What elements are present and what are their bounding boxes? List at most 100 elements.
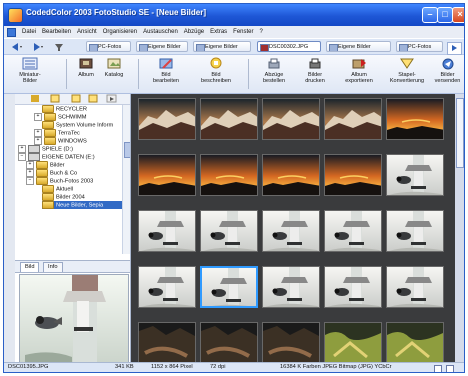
thumbnail-bird-feeder[interactable] (138, 266, 196, 308)
export-album-icon (352, 59, 366, 69)
collapse-icon[interactable]: − (26, 177, 34, 185)
tree-scrollbar[interactable] (122, 105, 130, 254)
gallery-scroll-thumb[interactable] (456, 98, 464, 168)
menu-exchange[interactable]: Austauschen (143, 29, 178, 35)
tab-info[interactable]: Info (43, 262, 63, 272)
document-icon[interactable] (7, 27, 16, 37)
tree-item-windows[interactable]: + WINDOWS (34, 137, 87, 145)
thumbnail-bird-feeder[interactable] (262, 266, 320, 308)
catalog-button[interactable]: Katalog (99, 57, 129, 91)
tree-item-neue-bilder[interactable]: Neue Bilder, Sepia (42, 201, 122, 209)
mountain-image (201, 99, 257, 139)
tree-item-spiele-drive[interactable]: + SPIELE (D:) (18, 145, 73, 153)
mountain-image (263, 99, 319, 139)
expand-icon[interactable]: + (34, 137, 42, 145)
album-button[interactable]: Album (74, 57, 98, 91)
tree-item-buch-co[interactable]: + Buch & Co (26, 169, 77, 177)
thumbnail-bird-feeder[interactable] (386, 210, 444, 252)
pin-icon[interactable] (52, 42, 67, 52)
expand-icon[interactable]: + (18, 145, 26, 153)
thumbnail-partial-green[interactable] (324, 322, 382, 364)
thumbnail-bird-feeder[interactable] (386, 266, 444, 308)
tree-item-schwimm[interactable]: + SCHWIMM (34, 113, 86, 121)
thumbnail-bird-feeder[interactable] (200, 266, 258, 308)
thumbnail-sunset[interactable] (138, 154, 196, 196)
minimize-button[interactable]: – (422, 7, 438, 23)
bird-feeder-image (139, 267, 195, 307)
folder-tool-icons[interactable] (15, 94, 130, 104)
menu-edit[interactable]: Bearbeiten (42, 29, 71, 35)
thumbnail-partial-green[interactable] (386, 322, 444, 364)
tree-item-eigene-daten-drive[interactable]: − EIGENE DATEN (E:) (18, 153, 95, 161)
tab-bild[interactable]: Bild (20, 262, 40, 272)
thumbnail-sunset[interactable] (200, 154, 258, 196)
thumbnail-bird-feeder[interactable] (262, 210, 320, 252)
tree-item-buch-fotos-2003[interactable]: − Buch-Fotos 2003 (26, 177, 93, 185)
tab-pc-fotos-2[interactable]: PC-Fotos (396, 41, 443, 52)
drive-icon (28, 153, 40, 161)
thumbnail-mountain[interactable] (200, 98, 258, 140)
tab-eigene-bilder-2[interactable]: Eigene Bilder (193, 41, 251, 52)
menu-extras[interactable]: Extras (210, 29, 227, 35)
tree-item-bilder[interactable]: + Bilder (26, 161, 65, 169)
maximize-button[interactable]: □ (437, 7, 453, 23)
bird-feeder-image (201, 211, 257, 251)
forward-icon[interactable] (29, 42, 44, 52)
thumbnail-bird-feeder[interactable] (386, 154, 444, 196)
folder-icon (139, 44, 148, 51)
tree-item-bilder-2004[interactable]: Bilder 2004 (42, 193, 85, 201)
close-button[interactable]: × (452, 7, 464, 23)
menu-window[interactable]: Fenster (233, 29, 253, 35)
tab-eigene-bilder-3[interactable]: Eigene Bilder (326, 41, 391, 52)
bird-feeder-image (387, 267, 443, 307)
status-settings-icon[interactable] (446, 365, 454, 372)
tab-eigene-bilder-1[interactable]: Eigene Bilder (136, 41, 188, 52)
menu-view[interactable]: Ansicht (77, 29, 97, 35)
status-view-icon[interactable] (434, 365, 442, 372)
export-album-button[interactable]: Album exportieren (339, 57, 379, 91)
tab-scroll-right-icon[interactable] (447, 42, 462, 55)
thumbnail-mountain[interactable] (324, 98, 382, 140)
thumbnail-partial-dark[interactable] (138, 322, 196, 364)
menu-prints[interactable]: Abzüge (184, 29, 204, 35)
thumbnail-partial-dark[interactable] (262, 322, 320, 364)
tab-pc-fotos-1[interactable]: PC-Fotos (86, 41, 131, 52)
expand-icon[interactable]: + (34, 129, 42, 137)
thumbnail-bird-feeder[interactable] (138, 210, 196, 252)
back-icon[interactable] (8, 42, 23, 52)
thumbnail-bird-feeder[interactable] (200, 210, 258, 252)
bird-feeder-image (263, 211, 319, 251)
thumbnail-sunset[interactable] (262, 154, 320, 196)
thumbnail-mountain[interactable] (138, 98, 196, 140)
expand-icon[interactable]: + (26, 169, 34, 177)
tree-item-aktuell[interactable]: Aktuell (42, 185, 73, 193)
gallery-scrollbar[interactable] (455, 94, 464, 364)
menu-organize[interactable]: Organisieren (103, 29, 137, 35)
toolbar-separator (248, 59, 249, 89)
thumbnail-sunset[interactable] (324, 154, 382, 196)
tree-item-recycler[interactable]: RECYCLER (42, 105, 87, 113)
tree-scroll-thumb[interactable] (124, 142, 130, 158)
tab-dsc00302[interactable]: DSC00302.JPG (257, 41, 321, 52)
tree-item-terratec[interactable]: + TerraTec (34, 129, 80, 137)
collapse-icon[interactable]: − (18, 153, 26, 161)
status-filename: DSC01395.JPG (8, 364, 49, 370)
tree-item-system-volume[interactable]: System Volume Inform (42, 121, 113, 129)
thumbnail-mountain[interactable] (262, 98, 320, 140)
expand-icon[interactable]: + (26, 161, 34, 169)
menu-help[interactable]: ? (260, 29, 263, 35)
thumbnail-sunset[interactable] (386, 98, 444, 140)
send-images-button[interactable]: Bilder versenden (432, 57, 463, 91)
describe-image-button[interactable]: Bild beschreiben (192, 57, 240, 91)
thumbnail-bird-feeder[interactable] (324, 210, 382, 252)
expand-icon[interactable]: + (34, 113, 42, 121)
thumbnail-partial-dark[interactable] (200, 322, 258, 364)
thumbnail-bird-feeder[interactable] (324, 266, 382, 308)
thumbnail-view-button[interactable]: Miniatur- Bilder (12, 57, 48, 91)
menu-file[interactable]: Datei (22, 29, 36, 35)
edit-image-button[interactable]: Bild bearbeiten (147, 57, 185, 91)
batch-convert-button[interactable]: Stapel- Konvertierung (386, 57, 428, 91)
title-bar[interactable]: CodedColor 2003 FotoStudio SE - [Neue Bi… (4, 4, 464, 26)
print-images-button[interactable]: Bilder drucken (298, 57, 332, 91)
order-prints-button[interactable]: Abzüge bestellen (256, 57, 292, 91)
